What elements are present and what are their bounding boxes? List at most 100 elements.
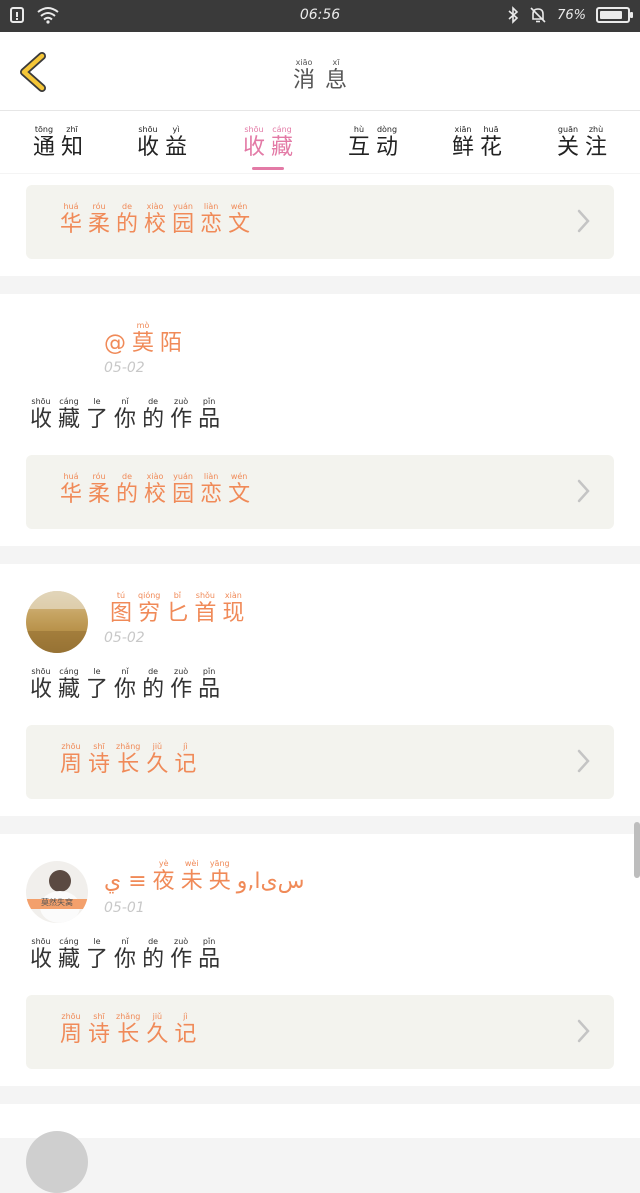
user-name[interactable]: tú 图 qióng 穷 bǐ 匕 shǒu 首 xiàn 现 [110, 592, 244, 625]
character: ﺱﻯﺍ,و [236, 869, 305, 894]
timestamp: 05-02 [104, 630, 145, 646]
character: shōu 收 [242, 125, 265, 160]
character: pǐn 品 [198, 667, 221, 702]
character: dòng 动 [376, 125, 399, 160]
character: róu 柔 [88, 202, 111, 237]
character: liàn 恋 [200, 202, 223, 237]
character: wén 文 [228, 202, 251, 237]
character: shī 诗 [88, 742, 111, 777]
work-link[interactable]: zhōu 周 shī 诗 zhǎng 长 jiǔ 久 jì 记 [26, 995, 614, 1069]
tab-label: tōng 通 zhī 知 [33, 126, 83, 159]
character: shǒu 首 [194, 591, 217, 626]
character: de 的 [116, 472, 139, 507]
character: hù 互 [347, 125, 370, 160]
character: guān 关 [556, 125, 579, 160]
tab-flowers[interactable]: xiān 鲜 huā 花 [432, 117, 522, 159]
list-item: @ mò 莫 陌 05-02 shōu 收 cáng 藏 le 了 nǐ 你 de 的 zuò 作 pǐn 品… [0, 294, 640, 546]
user-name[interactable]: ي ≡ yè 夜 wèi 未 yāng 央 ﺱﻯﺍ,و [104, 860, 305, 893]
action-text: shōu 收 cáng 藏 le 了 nǐ 你 de 的 zuò 作 pǐn 品 [30, 668, 220, 701]
chevron-right-icon [577, 479, 590, 503]
character: qióng 穷 [138, 591, 161, 626]
avatar[interactable]: 莫然失窝 [26, 861, 88, 923]
character: de 的 [142, 667, 165, 702]
tab-label: shōu 收 cáng 藏 [243, 126, 293, 159]
list-item: tú 图 qióng 穷 bǐ 匕 shǒu 首 xiàn 现 05-02 shōu 收 cáng 藏 l… [0, 564, 640, 816]
character: yì 益 [165, 125, 188, 160]
character: huá 华 [60, 472, 83, 507]
character: huá 华 [60, 202, 83, 237]
character: liàn 恋 [200, 472, 223, 507]
avatar[interactable] [26, 1131, 88, 1193]
character: zhōu 周 [60, 1012, 83, 1047]
character: shī 诗 [88, 1012, 111, 1047]
character: zhōu 周 [60, 742, 83, 777]
character: de 的 [116, 202, 139, 237]
work-title: zhōu 周 shī 诗 zhǎng 长 jiǔ 久 jì 记 [60, 743, 196, 776]
character: shōu 收 [30, 667, 53, 702]
character: de 的 [142, 937, 165, 972]
character: huā 花 [480, 125, 503, 160]
tab-label: shōu 收 yì 益 [137, 126, 187, 159]
tab-bar: tōng 通 zhī 知 shōu 收 yì 益 shōu 收 cáng 藏 hù 互 dòng 动 x… [0, 111, 640, 173]
character: 陌 [160, 331, 183, 356]
timestamp: 05-02 [104, 360, 145, 376]
avatar-image [26, 870, 88, 923]
work-link[interactable]: huá 华 róu 柔 de 的 xiào 校 yuán 园 liàn 恋 wén 文 [26, 455, 614, 529]
character: róu 柔 [88, 472, 111, 507]
tab-favorites[interactable]: shōu 收 cáng 藏 [223, 117, 313, 170]
status-bar: 06:56 76% [0, 0, 640, 32]
page-title-text: xiāo 消 xī 息 [293, 59, 347, 92]
character: jì 记 [174, 742, 197, 777]
character: xiào 校 [144, 472, 167, 507]
list-item [0, 1104, 640, 1193]
tab-earnings[interactable]: shōu 收 yì 益 [117, 117, 207, 159]
character: ي ≡ [104, 869, 147, 894]
character: yāng 央 [208, 859, 231, 894]
work-link[interactable]: huá 华 róu 柔 de 的 xiào 校 yuán 园 liàn 恋 wén 文 [26, 185, 614, 259]
character: shōu 收 [30, 937, 53, 972]
page-title: xiāo 消 xī 息 [0, 50, 640, 92]
character: xiān 鲜 [451, 125, 474, 160]
avatar[interactable] [26, 591, 88, 653]
tab-label: guān 关 zhù 注 [557, 126, 607, 159]
character: zhī 知 [61, 125, 84, 160]
work-title: huá 华 róu 柔 de 的 xiào 校 yuán 园 liàn 恋 wén 文 [60, 473, 250, 506]
character: cáng 藏 [58, 667, 81, 702]
character: jì 记 [174, 1012, 197, 1047]
action-text: shōu 收 cáng 藏 le 了 nǐ 你 de 的 zuò 作 pǐn 品 [30, 938, 220, 971]
list-item: huá 华 róu 柔 de 的 xiào 校 yuán 园 liàn 恋 wén 文 [0, 174, 640, 276]
work-link[interactable]: zhōu 周 shī 诗 zhǎng 长 jiǔ 久 jì 记 [26, 725, 614, 799]
tab-label: hù 互 dòng 动 [348, 126, 398, 159]
character: nǐ 你 [114, 397, 137, 432]
work-title: zhōu 周 shī 诗 zhǎng 长 jiǔ 久 jì 记 [60, 1013, 196, 1046]
character: zhǎng 长 [116, 742, 141, 777]
character: zuò 作 [170, 397, 193, 432]
tab-notice[interactable]: tōng 通 zhī 知 [13, 117, 103, 159]
user-name[interactable]: @ mò 莫 陌 [104, 322, 182, 355]
bluetooth-icon [508, 6, 519, 24]
tab-follow[interactable]: guān 关 zhù 注 [537, 117, 627, 159]
character: xī 息 [325, 58, 348, 93]
battery-icon [596, 7, 633, 23]
character: yuán 园 [172, 472, 195, 507]
character: @ [104, 331, 126, 356]
chevron-right-icon [577, 1019, 590, 1043]
scrollbar-thumb[interactable] [634, 822, 640, 878]
character: nǐ 你 [114, 937, 137, 972]
character: tú 图 [110, 591, 133, 626]
tab-label: xiān 鲜 huā 花 [452, 126, 502, 159]
character: pǐn 品 [198, 937, 221, 972]
tab-interaction[interactable]: hù 互 dòng 动 [328, 117, 418, 159]
character: zuò 作 [170, 667, 193, 702]
list-item: 莫然失窝 ي ≡ yè 夜 wèi 未 yāng 央 ﺱﻯﺍ,و 05-01 shōu 收 cá… [0, 834, 640, 1086]
chevron-right-icon [577, 749, 590, 773]
character: pǐn 品 [198, 397, 221, 432]
character: cáng 藏 [271, 125, 294, 160]
character: zhù 注 [585, 125, 608, 160]
character: jiǔ 久 [146, 742, 169, 777]
avatar-caption: 莫然失窝 [41, 898, 73, 907]
character: le 了 [86, 397, 109, 432]
character: zuò 作 [170, 937, 193, 972]
battery-percent: 76% [557, 7, 586, 23]
character: wén 文 [228, 472, 251, 507]
